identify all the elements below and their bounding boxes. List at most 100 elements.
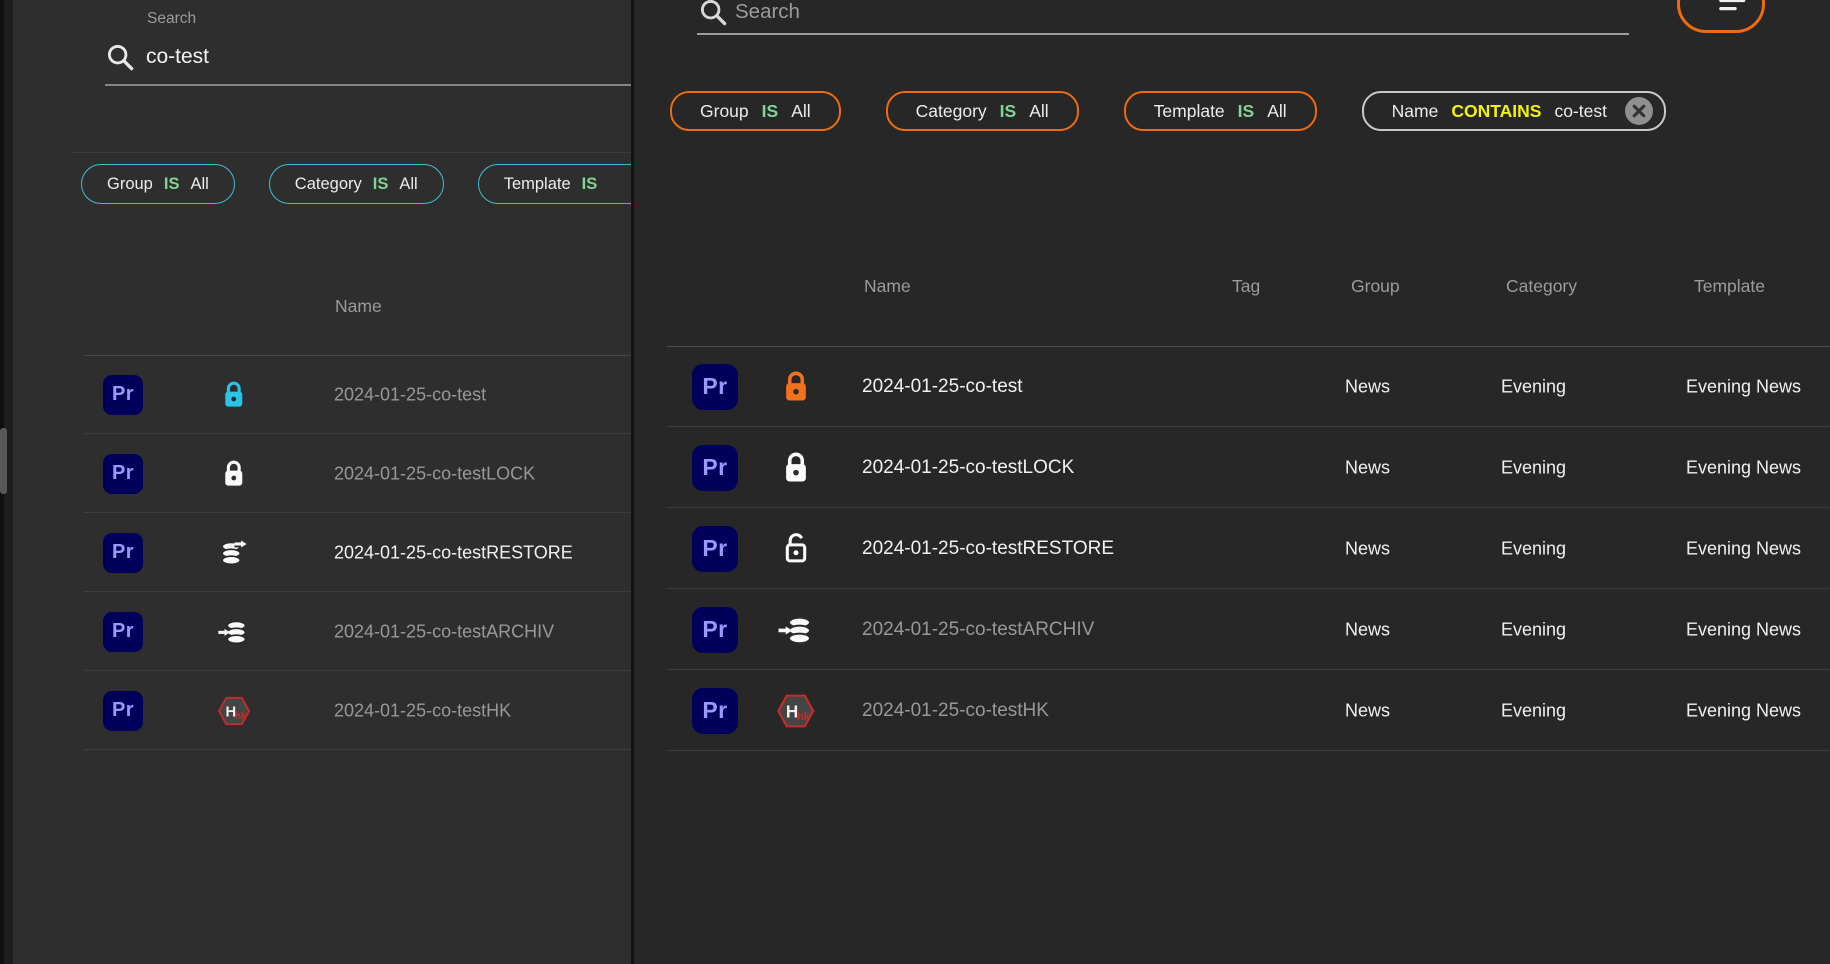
project-table: Pr 2024-01-25-co-test Pr 2024-01-25-co-test… bbox=[13, 355, 631, 750]
column-header-template[interactable]: Template bbox=[1694, 276, 1765, 297]
table-row[interactable]: Pr 2024-01-25-co-testLOCK News Evening Eveni… bbox=[634, 427, 1830, 508]
table-row[interactable]: Pr2024-01-25-co-testNewsEveningEvening N… bbox=[634, 346, 1830, 427]
chip-text: IS bbox=[582, 175, 598, 194]
category-filter-chip[interactable]: CategoryISAll bbox=[886, 91, 1079, 131]
lock-orange-icon bbox=[772, 369, 820, 405]
search-icon bbox=[105, 42, 136, 73]
chip-text: All bbox=[1029, 101, 1048, 122]
table-row[interactable]: Pr Hhk 2024-01-25-co-testHK bbox=[13, 671, 631, 750]
table-header-row: Name Tag Group Category Template bbox=[634, 276, 1830, 300]
item-name: 2024-01-25-co-test bbox=[334, 384, 486, 405]
right-project-list-panel: GroupISAll CategoryISAll Template IS All Name… bbox=[634, 0, 1830, 964]
db-restore-icon bbox=[209, 537, 259, 568]
lock-white-icon bbox=[209, 458, 259, 489]
chip-text: co-test bbox=[1554, 101, 1607, 122]
filter-chip-bar: GroupISAllCategoryISAllTemplateIS bbox=[81, 164, 631, 204]
search-input[interactable] bbox=[735, 0, 1235, 30]
svg-text:hk: hk bbox=[797, 710, 810, 722]
column-header-tag[interactable]: Tag bbox=[1232, 276, 1260, 297]
item-name: 2024-01-25-co-testHK bbox=[334, 700, 511, 721]
column-header-category[interactable]: Category bbox=[1506, 276, 1577, 297]
window-edge-rail bbox=[0, 0, 14, 964]
item-category: Evening bbox=[1501, 619, 1566, 640]
premiere-pro-icon: Pr bbox=[692, 688, 738, 734]
item-category: Evening bbox=[1501, 700, 1566, 721]
table-row[interactable]: Pr 2024-01-25-co-testARCHIV bbox=[13, 592, 631, 671]
premiere-pro-icon: Pr bbox=[692, 607, 738, 653]
filter-menu-button[interactable] bbox=[1677, 0, 1765, 33]
search-input[interactable] bbox=[146, 38, 546, 76]
chip-text: All bbox=[399, 175, 417, 194]
group-filter-chip[interactable]: GroupISAll bbox=[81, 164, 235, 204]
item-template: Evening News bbox=[1686, 700, 1801, 721]
item-category: Evening bbox=[1501, 457, 1566, 478]
premiere-pro-icon: Pr bbox=[103, 612, 143, 652]
lock-open-icon bbox=[772, 531, 820, 567]
table-row[interactable]: Pr 2024-01-25-co-test bbox=[13, 355, 631, 434]
item-category: Evening bbox=[1501, 376, 1566, 397]
item-template: Evening News bbox=[1686, 457, 1801, 478]
name-contains-filter-chip[interactable]: NameCONTAINSco-test bbox=[1362, 91, 1666, 131]
item-category: Evening bbox=[1501, 538, 1566, 559]
table-row[interactable]: Pr2024-01-25-co-testRESTORENewsEveningEv… bbox=[634, 508, 1830, 589]
table-row[interactable]: PrHhk2024-01-25-co-testHKNewsEveningEven… bbox=[634, 670, 1830, 751]
lock-cyan-icon bbox=[209, 379, 259, 410]
chip-text: IS bbox=[1238, 101, 1255, 122]
item-group: News bbox=[1345, 376, 1390, 397]
remove-filter-icon[interactable] bbox=[1624, 96, 1654, 126]
sort-lines-icon bbox=[1699, 0, 1737, 21]
item-name: 2024-01-25-co-testARCHIV bbox=[334, 621, 554, 642]
item-name: 2024-01-25-co-testRESTORE bbox=[862, 538, 1114, 560]
section-divider bbox=[72, 152, 631, 153]
item-name: 2024-01-25-co-testLOCK bbox=[862, 457, 1074, 479]
search-underline bbox=[105, 84, 631, 86]
template-filter-chip[interactable]: Template IS All bbox=[1124, 91, 1317, 131]
hk-badge-icon: Hhk bbox=[209, 695, 259, 726]
chip-text: All bbox=[1267, 101, 1286, 122]
premiere-pro-icon: Pr bbox=[103, 454, 143, 494]
chip-text: IS bbox=[373, 175, 389, 194]
item-template: Evening News bbox=[1686, 619, 1801, 640]
item-group: News bbox=[1345, 619, 1390, 640]
group-filter-chip[interactable]: GroupISAll bbox=[670, 91, 841, 131]
chip-text: Category bbox=[295, 175, 362, 194]
column-header-group[interactable]: Group bbox=[1351, 276, 1400, 297]
column-header-name[interactable]: Name bbox=[864, 276, 911, 297]
item-name: 2024-01-25-co-testHK bbox=[862, 700, 1049, 722]
hk-badge-icon: Hhk bbox=[772, 693, 820, 729]
premiere-pro-icon: Pr bbox=[103, 533, 143, 573]
item-name: 2024-01-25-co-test bbox=[862, 376, 1023, 398]
chip-text: Group bbox=[700, 101, 749, 122]
left-project-list-panel: Search GroupISAllCategoryISAllTemplateIS… bbox=[13, 0, 631, 964]
db-archive-icon bbox=[209, 616, 259, 647]
item-name: 2024-01-25-co-testRESTORE bbox=[334, 542, 573, 563]
item-name: 2024-01-25-co-testARCHIV bbox=[862, 619, 1094, 641]
premiere-pro-icon: Pr bbox=[103, 691, 143, 731]
chip-text: IS bbox=[164, 175, 180, 194]
left-scrollbar-thumb[interactable] bbox=[0, 428, 7, 494]
project-table: Pr 2024-01-25-co-test News Evening Evening N… bbox=[634, 346, 1830, 751]
category-filter-chip[interactable]: Category IS All bbox=[269, 164, 444, 204]
table-row[interactable]: Pr 2024-01-25-co-testRESTORE bbox=[13, 513, 631, 592]
search-label: Search bbox=[147, 10, 196, 28]
item-group: News bbox=[1345, 457, 1390, 478]
column-header-name[interactable]: Name bbox=[335, 296, 382, 317]
lock-white-icon bbox=[772, 450, 820, 486]
chip-text: Name bbox=[1392, 101, 1439, 122]
table-row[interactable]: Pr 2024-01-25-co-testARCHIV News Evening Eve… bbox=[634, 589, 1830, 670]
chip-text: Template bbox=[504, 175, 571, 194]
item-name: 2024-01-25-co-testLOCK bbox=[334, 463, 535, 484]
premiere-pro-icon: Pr bbox=[103, 375, 143, 415]
chip-text: All bbox=[190, 175, 208, 194]
premiere-pro-icon: Pr bbox=[692, 526, 738, 572]
premiere-pro-icon: Pr bbox=[692, 364, 738, 410]
premiere-pro-icon: Pr bbox=[692, 445, 738, 491]
table-row[interactable]: Pr 2024-01-25-co-testLOCK bbox=[13, 434, 631, 513]
chip-text: Category bbox=[916, 101, 987, 122]
template-filter-chip[interactable]: Template IS bbox=[478, 164, 631, 204]
search-underline bbox=[697, 33, 1629, 35]
db-archive-icon bbox=[772, 612, 820, 648]
search-icon bbox=[698, 0, 729, 28]
filter-chip-bar: GroupISAll CategoryISAll Template IS All Name… bbox=[670, 91, 1666, 131]
chip-text: Template bbox=[1154, 101, 1225, 122]
